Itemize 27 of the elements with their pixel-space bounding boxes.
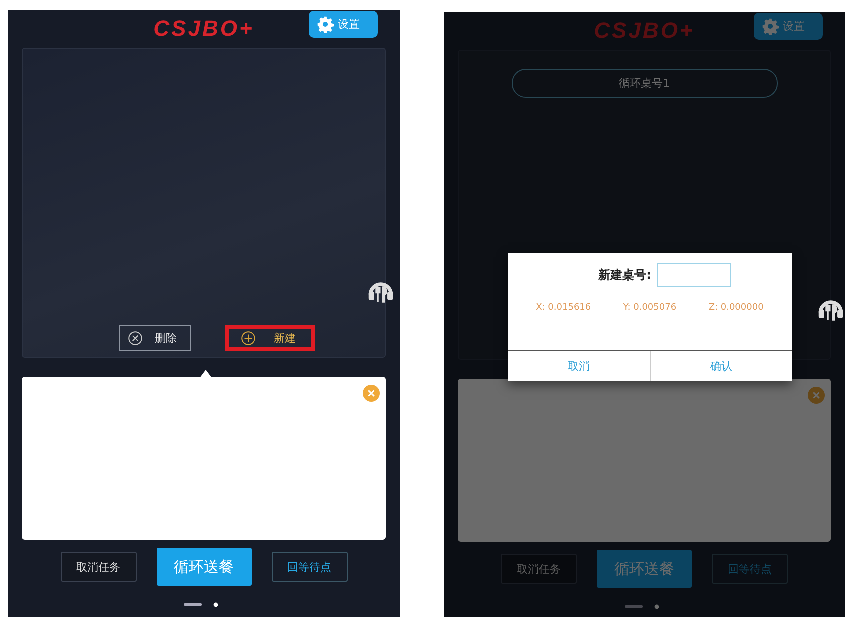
delete-button[interactable]: 删除 xyxy=(119,325,191,351)
circle-x-icon xyxy=(128,330,143,346)
logo: CSJBO+ xyxy=(594,18,695,44)
logo: CSJBO+ xyxy=(154,16,254,42)
close-icon[interactable] xyxy=(363,385,380,402)
cancel-button[interactable]: 取消 xyxy=(508,351,650,381)
outline-button[interactable]: 取消任务 xyxy=(501,554,577,584)
circle-plus-icon xyxy=(241,330,256,346)
confirm-button[interactable]: 确认 xyxy=(650,351,792,381)
primary-button[interactable]: 循环送餐 xyxy=(156,548,252,586)
outline-button[interactable]: 回等待点 xyxy=(712,554,788,584)
primary-button[interactable]: 循环送餐 xyxy=(597,550,692,588)
close-icon[interactable] xyxy=(808,387,825,404)
coordinate-text: X: 0.015616 xyxy=(536,303,592,313)
coordinate-text: Z: 0.000000 xyxy=(708,303,764,313)
settings-button[interactable]: 设置 xyxy=(754,12,823,40)
settings-icon xyxy=(762,18,779,34)
table-number-input[interactable] xyxy=(657,263,732,287)
outline-button[interactable]: 回等待点 xyxy=(272,552,348,582)
popup-pointer xyxy=(200,370,212,378)
dialog-label: 新建桌号: xyxy=(598,266,652,284)
coordinate-text: Y: 0.005076 xyxy=(623,303,677,313)
settings-button[interactable]: 设置 xyxy=(309,10,378,38)
new-button[interactable]: 新建 xyxy=(225,325,315,351)
outline-button[interactable]: 取消任务 xyxy=(60,552,136,582)
settings-icon xyxy=(317,16,334,32)
table-selector[interactable]: 循环桌号1 xyxy=(512,69,778,98)
